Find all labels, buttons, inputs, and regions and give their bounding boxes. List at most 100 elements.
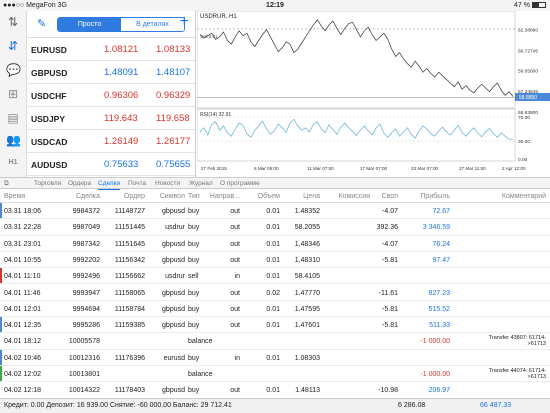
cell-time: 04.02 10:46	[4, 354, 41, 362]
tab-1[interactable]: Торговля	[34, 178, 61, 189]
timeframe-h1-icon[interactable]: H1	[6, 156, 20, 170]
cell-time: 03.31 18:06	[4, 208, 41, 215]
cell-swap: -4.07	[382, 208, 398, 215]
cell-vol: 0.02	[266, 289, 280, 297]
price-axis-label: 60.72745	[518, 48, 538, 54]
quote-row[interactable]: GBPUSD 1.48091 1.48107	[27, 61, 195, 84]
time-axis-label: 27 Feb 2015	[201, 166, 227, 171]
edit-icon[interactable]: ✎	[37, 17, 46, 30]
cell-time: 04.01 12:01	[4, 305, 41, 313]
cell-profit: 3 346.59	[422, 224, 450, 232]
table-row[interactable]: 04.02 10:46 10012316 11176396 eurusd buy in 0.…	[0, 349, 550, 366]
cell-order: 11178403	[114, 387, 145, 395]
quote-row[interactable]: EURUSD 1.08121 1.08133	[27, 38, 195, 61]
cell-comment: Transfer 44074: 61714->61713	[488, 368, 546, 380]
column-header[interactable]: Комиссия	[339, 193, 370, 200]
column-header[interactable]: Время	[4, 193, 25, 200]
column-header[interactable]: Тип	[188, 193, 200, 200]
column-header[interactable]: Сделка	[76, 193, 100, 200]
history-icon[interactable]: ▤	[6, 111, 20, 125]
price-tag: 58.8850	[519, 95, 537, 101]
quote-ask: 1.48107	[156, 67, 191, 78]
mode-simple-button[interactable]: Просто	[58, 18, 121, 31]
quote-bid: 0.96306	[104, 90, 139, 101]
table-row[interactable]: 03.31 22:28 9987049 11151445 usdrur buy out 0.…	[0, 219, 550, 236]
cell-type: buy	[188, 305, 200, 313]
quote-row[interactable]: USDCHF 0.96306 0.96329	[27, 84, 195, 107]
left-sidebar: ⇅ ⇵ 💬 ⊞ ▤ 👥 H1	[0, 11, 27, 177]
mode-switch[interactable]: Просто В деталях	[57, 17, 185, 32]
table-row[interactable]: 04.01 10:55 9992202 11156342 gbpusd buy out 0.…	[0, 252, 550, 269]
time-axis-label: 23 Mar 07:00	[411, 166, 439, 171]
table-row[interactable]: 04.01 11:10 9992496 11156662 usdrur sell in 0.…	[0, 268, 550, 285]
cell-profit: -1 000.00	[420, 371, 450, 378]
quote-row[interactable]: AUDUSD 0.75633 0.75655	[27, 153, 195, 176]
cell-profit: 97.47	[432, 256, 450, 264]
column-header[interactable]: Ордер	[124, 193, 145, 200]
column-header[interactable]: Комментарий	[502, 193, 546, 200]
table-row[interactable]: 04.02 12:02 10013801 balance -1 000.00 Trans…	[0, 366, 550, 383]
cell-deal: 9995286	[72, 322, 100, 330]
row-marker	[0, 349, 2, 365]
table-row[interactable]: 04.01 12:35 9995286 11159385 gbpusd buy out 0.…	[0, 317, 550, 334]
total-swap: 6 286.08	[398, 402, 426, 409]
table-row[interactable]: 04.01 12:01 9994694 11158784 gbpusd buy out 0.…	[0, 301, 550, 318]
cell-symbol: gbpusd	[162, 208, 185, 215]
quote-symbol: USDJPY	[31, 114, 66, 124]
cell-deal: 9987049	[72, 224, 100, 232]
cell-order: 11176396	[114, 354, 145, 362]
chat-icon[interactable]: 💬	[6, 63, 21, 77]
quote-row[interactable]: USDJPY 119.643 119.658	[27, 107, 195, 130]
clock: 12:19	[266, 2, 284, 9]
quote-row[interactable]: USDCAD 1.26149 1.26177	[27, 130, 195, 153]
quote-symbol: AUDUSD	[31, 160, 68, 170]
tab-5[interactable]: Новости	[155, 178, 180, 189]
quotes-icon[interactable]: ⇵	[6, 39, 20, 53]
tab-4[interactable]: Почта	[128, 178, 146, 189]
add-symbol-icon[interactable]: +	[180, 13, 189, 31]
tab-7[interactable]: О программе	[220, 178, 260, 189]
column-header[interactable]: Цена	[303, 193, 320, 200]
tab-6[interactable]: Журнал	[189, 178, 213, 189]
quotes-toolbar: ✎ Просто В деталях +	[27, 11, 195, 38]
cell-swap: -5.81	[382, 322, 398, 330]
column-header[interactable]: Объем	[258, 193, 280, 200]
cell-deal: 9993947	[72, 289, 100, 297]
tab-2[interactable]: Ордера	[68, 178, 91, 189]
table-row[interactable]: 04.01 11:46 9993947 11158065 gbpusd buy out 0.…	[0, 285, 550, 301]
table-row[interactable]: 03.31 18:06 9984372 11148727 gbpusd buy out 0.…	[0, 203, 550, 220]
trade-icon[interactable]: ⇅	[6, 15, 20, 29]
panel-icon[interactable]: ⧉	[4, 178, 9, 189]
cell-profit: 76.24	[432, 240, 450, 248]
cell-dir: out	[230, 256, 240, 264]
cell-order: 11159385	[114, 322, 145, 330]
rsi-axis-label: 70.00	[518, 115, 530, 121]
column-header[interactable]: Направ...	[210, 193, 240, 200]
table-row[interactable]: 04.01 18:12 10005578 balance -1 000.00 Trans…	[0, 333, 550, 350]
column-header[interactable]: Своп	[382, 193, 398, 200]
column-header[interactable]: Символ	[160, 193, 185, 200]
cell-symbol: gbpusd	[162, 305, 185, 313]
table-row[interactable]: 04.02 12:18 10014322 11178403 gbpusd buy out 0…	[0, 382, 550, 399]
price-axis-label: 59.05000	[518, 68, 538, 74]
cell-time: 04.01 10:55	[4, 256, 41, 264]
price-series-line	[199, 19, 514, 97]
mode-detailed-button[interactable]: В деталях	[121, 18, 184, 31]
total-profit: 66 487.33	[480, 402, 512, 409]
table-row[interactable]: 03.31 23:01 9987342 11151645 gbpusd buy out 0.…	[0, 236, 550, 252]
price-chart[interactable]: USDRUR, H1 Sell 0.01 RSI(14) 32.91 58.88…	[196, 10, 550, 177]
cell-order: 11158784	[114, 305, 145, 313]
cell-vol: 0.01	[266, 387, 280, 395]
cell-type: buy	[188, 289, 200, 297]
cell-order: 11158065	[114, 289, 145, 297]
column-header[interactable]: Прибыль	[420, 193, 450, 200]
cell-vol: 0.01	[266, 354, 280, 362]
row-marker	[0, 366, 2, 382]
cell-symbol: usdrur	[165, 224, 185, 232]
users-icon[interactable]: 👥	[6, 133, 21, 147]
add-document-icon[interactable]: ⊞	[6, 87, 20, 101]
cell-dir: out	[230, 289, 240, 297]
row-marker	[0, 203, 2, 219]
cell-vol: 0.01	[266, 273, 280, 281]
time-axis-label: 11 Mar 07:00	[307, 166, 334, 171]
